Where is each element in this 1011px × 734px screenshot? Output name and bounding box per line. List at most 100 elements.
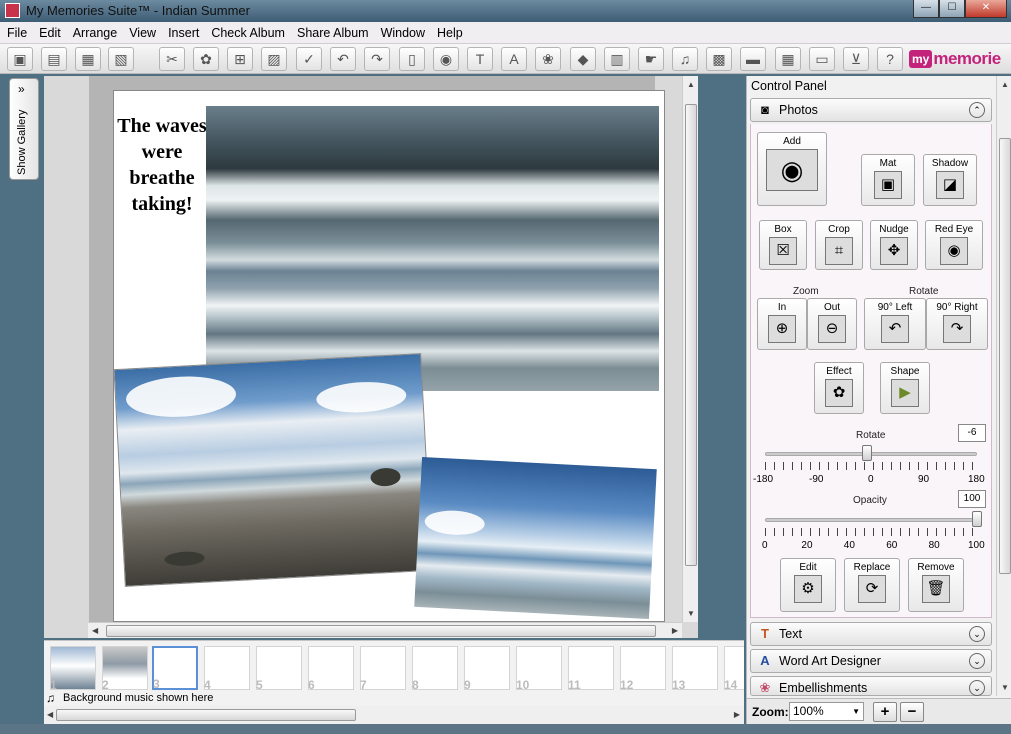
page-thumbnail[interactable]: 5 bbox=[256, 646, 302, 692]
workspace-vertical-scrollbar[interactable]: ▲ ▼ bbox=[682, 76, 698, 622]
paint-tool-button[interactable]: ✿ bbox=[193, 47, 219, 71]
workspace-horizontal-scrollbar[interactable]: ◀ ▶ bbox=[88, 622, 682, 638]
effect-button[interactable]: Effect ✿ bbox=[814, 362, 864, 414]
menu-window[interactable]: Window bbox=[374, 26, 430, 40]
scroll-left-icon[interactable]: ◀ bbox=[92, 626, 98, 635]
photo-sea[interactable] bbox=[414, 456, 657, 620]
page-thumbnail[interactable]: 6 bbox=[308, 646, 354, 692]
page-thumbnail[interactable]: 11 bbox=[568, 646, 614, 692]
opacity-slider-track[interactable] bbox=[765, 518, 977, 522]
save-tool-button[interactable]: ▦ bbox=[75, 47, 101, 71]
zoom-out-button[interactable]: − bbox=[900, 702, 924, 722]
add-photo-button[interactable]: Add ◉ bbox=[757, 132, 827, 206]
opacity-slider-thumb[interactable] bbox=[972, 511, 982, 527]
page-thumbnail[interactable]: 3 bbox=[152, 646, 198, 691]
vertical-scroll-thumb[interactable] bbox=[685, 104, 697, 566]
page-thumbnail[interactable]: 2 bbox=[102, 646, 148, 692]
cart-tool-button[interactable]: ⊻ bbox=[843, 47, 869, 71]
word-art-tool-button[interactable]: A bbox=[501, 47, 527, 71]
mat-button[interactable]: Mat ▣ bbox=[861, 154, 915, 206]
embellishments-section-header[interactable]: ❀ Embellishments ⌄ bbox=[750, 676, 992, 696]
page-thumbnail[interactable]: 14 bbox=[724, 646, 744, 692]
scroll-left-icon[interactable]: ◀ bbox=[47, 710, 53, 719]
redo-tool-button[interactable]: ↷ bbox=[364, 47, 390, 71]
rotate-right-button[interactable]: 90° Right ↷ bbox=[926, 298, 988, 350]
close-button[interactable]: ✕ bbox=[965, 0, 1007, 18]
shape-tool-button[interactable]: ◆ bbox=[570, 47, 596, 71]
film-strip-tool-button[interactable]: ▭ bbox=[809, 47, 835, 71]
page-thumbnail[interactable]: 13 bbox=[672, 646, 718, 692]
camera-tool-button[interactable]: ◉ bbox=[433, 47, 459, 71]
nudge-button[interactable]: Nudge ✥ bbox=[870, 220, 918, 270]
crop-button[interactable]: Crop ⌗ bbox=[815, 220, 863, 270]
page-thumbnail[interactable]: 10 bbox=[516, 646, 562, 692]
opacity-value-field[interactable]: 100 bbox=[958, 490, 986, 508]
expand-chevron-icon[interactable]: ⌄ bbox=[969, 626, 985, 642]
expand-chevron-icon[interactable]: ⌄ bbox=[969, 653, 985, 669]
zoom-out-button[interactable]: Out ⊖ bbox=[807, 298, 857, 350]
photo-beach[interactable] bbox=[114, 353, 433, 587]
background-music-bar[interactable]: ♫ Background music shown here bbox=[44, 691, 744, 706]
menu-edit[interactable]: Edit bbox=[32, 26, 66, 40]
maximize-button[interactable]: ☐ bbox=[939, 0, 965, 18]
album-page[interactable]: The waves were breathe taking! bbox=[113, 90, 665, 622]
control-panel-scroll-thumb[interactable] bbox=[999, 138, 1011, 574]
zoom-in-button[interactable]: In ⊕ bbox=[757, 298, 807, 350]
page-thumbnail[interactable]: 1 bbox=[50, 646, 96, 692]
page-thumbnail[interactable]: 12 bbox=[620, 646, 666, 692]
flower-tool-button[interactable]: ❀ bbox=[535, 47, 561, 71]
open-folder-tool-button[interactable]: ▤ bbox=[41, 47, 67, 71]
collapse-chevron-icon[interactable]: ⌃ bbox=[969, 102, 985, 118]
page-thumbnail[interactable]: 7 bbox=[360, 646, 406, 692]
photos-section-header[interactable]: ◙ Photos ⌃ bbox=[750, 98, 992, 122]
album-tool-button[interactable]: ▣ bbox=[7, 47, 33, 71]
checklist-tool-button[interactable]: ✓ bbox=[296, 47, 322, 71]
zoom-select[interactable]: 100% ▼ bbox=[789, 702, 864, 721]
horizontal-scroll-thumb[interactable] bbox=[106, 625, 656, 637]
help-tool-button[interactable]: ? bbox=[877, 47, 903, 71]
expand-chevron-icon[interactable]: ⌄ bbox=[969, 680, 985, 696]
control-panel-scrollbar[interactable]: ▲ ▼ bbox=[996, 76, 1011, 696]
rotate-value-field[interactable]: -6 bbox=[958, 424, 986, 442]
grid-tool-button[interactable]: ▦ bbox=[775, 47, 801, 71]
page-caption-text[interactable]: The waves were breathe taking! bbox=[114, 113, 210, 217]
photo-kit-tool-button[interactable]: ⊞ bbox=[227, 47, 253, 71]
frame-tool-button[interactable]: ▨ bbox=[261, 47, 287, 71]
remove-photo-button[interactable]: Remove 🗑 bbox=[908, 558, 964, 612]
menu-file[interactable]: File bbox=[0, 26, 32, 40]
stamp-tool-button[interactable]: ▬ bbox=[740, 47, 766, 71]
photo-waves[interactable] bbox=[206, 106, 659, 391]
rotate-slider-thumb[interactable] bbox=[862, 445, 873, 461]
scroll-right-icon[interactable]: ▶ bbox=[734, 710, 740, 719]
menu-share-album[interactable]: Share Album bbox=[290, 26, 374, 40]
word-art-section-header[interactable]: A Word Art Designer ⌄ bbox=[750, 649, 992, 673]
red-eye-button[interactable]: Red Eye ◉ bbox=[925, 220, 983, 270]
show-gallery-tab[interactable]: » Show Gallery bbox=[9, 78, 39, 180]
page-thumbnail[interactable]: 8 bbox=[412, 646, 458, 692]
menu-view[interactable]: View bbox=[122, 26, 161, 40]
menu-arrange[interactable]: Arrange bbox=[66, 26, 122, 40]
edit-photo-button[interactable]: Edit ⚙ bbox=[780, 558, 836, 612]
text-section-header[interactable]: T Text ⌄ bbox=[750, 622, 992, 646]
export-tool-button[interactable]: ▧ bbox=[108, 47, 134, 71]
shadow-button[interactable]: Shadow ◪ bbox=[923, 154, 977, 206]
scroll-down-icon[interactable]: ▼ bbox=[687, 609, 695, 618]
text-tool-button[interactable]: T bbox=[467, 47, 493, 71]
background-tool-button[interactable]: ▩ bbox=[706, 47, 732, 71]
dropdown-arrow-icon[interactable]: ▼ bbox=[852, 703, 860, 720]
filmstrip-scrollbar[interactable]: ◀ ▶ bbox=[44, 706, 744, 724]
minimize-button[interactable]: — bbox=[913, 0, 939, 18]
menu-help[interactable]: Help bbox=[430, 26, 468, 40]
menu-check-album[interactable]: Check Album bbox=[204, 26, 290, 40]
filmstrip-scroll-thumb[interactable] bbox=[56, 709, 356, 721]
replace-photo-button[interactable]: Replace ⟳ bbox=[844, 558, 900, 612]
undo-tool-button[interactable]: ↶ bbox=[330, 47, 356, 71]
scroll-right-icon[interactable]: ▶ bbox=[672, 626, 678, 635]
scroll-up-icon[interactable]: ▲ bbox=[1001, 80, 1009, 89]
scroll-up-icon[interactable]: ▲ bbox=[687, 80, 695, 89]
page-thumbnail[interactable]: 4 bbox=[204, 646, 250, 692]
hand-tool-button[interactable]: ☛ bbox=[638, 47, 664, 71]
zoom-in-button[interactable]: + bbox=[873, 702, 897, 722]
new-page-tool-button[interactable]: ▯ bbox=[399, 47, 425, 71]
scissors-tool-button[interactable]: ✂ bbox=[159, 47, 185, 71]
